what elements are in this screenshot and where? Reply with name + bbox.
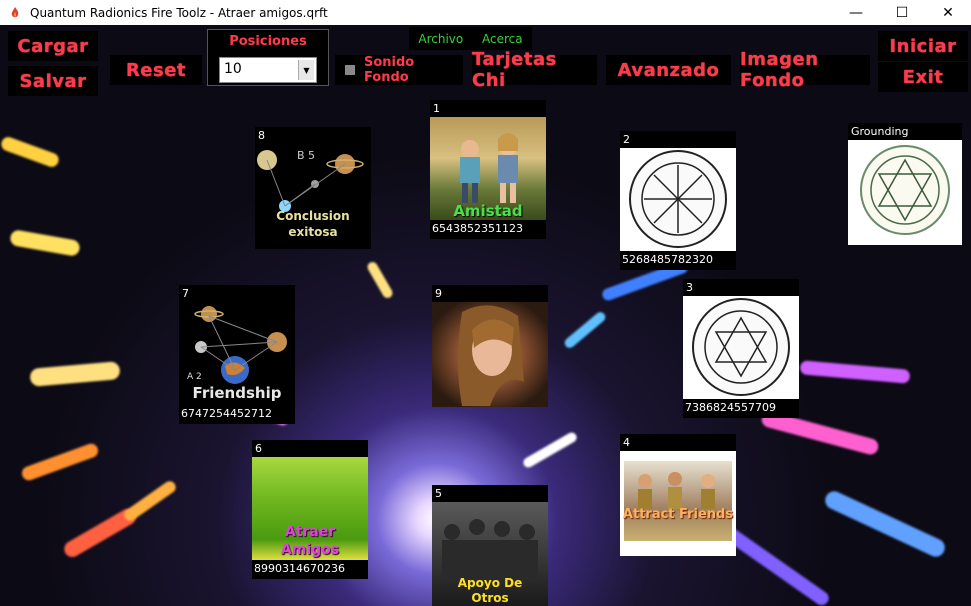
card-number: 6 [255,442,262,455]
window-title: Quantum Radionics Fire Toolz - Atraer am… [30,5,328,20]
card-code: 6543852351123 [432,222,523,235]
positions-select[interactable]: 10 ▼ [219,57,317,83]
sonido-fondo-toggle[interactable]: Sonido Fondo [335,55,463,85]
card-caption: Attract Friends [622,507,734,522]
card-number: 1 [433,102,440,115]
card-code: 6747254452712 [181,407,272,420]
salvar-button[interactable]: Salvar [8,66,98,96]
card-5[interactable]: 5 Apoyo De Otros [432,485,548,606]
card-caption: Amistad [453,202,523,220]
iniciar-button[interactable]: Iniciar [878,31,968,61]
card-subtitle: B 5 [297,149,316,162]
card-number: 5 [435,487,442,500]
card-image: Amistad [430,117,546,220]
positions-label: Posiciones [229,34,307,49]
card-2[interactable]: 2 5268485782320 [620,131,736,270]
card-8[interactable]: 8 B 5 Conclusion exitosa [255,127,371,249]
portrait-image [432,302,548,407]
seal-image [848,140,962,245]
tarjetas-chi-button[interactable]: Tarjetas Chi [472,49,597,91]
menu-archivo[interactable]: Archivo [418,32,463,46]
maximize-button[interactable]: ☐ [879,0,925,25]
card-image: Attract Friends [620,451,736,556]
grounding-card[interactable]: Grounding [848,123,962,245]
card-image: Atraer Amigos [252,457,368,560]
card-number: 3 [686,281,693,294]
card-image: A 2 Friendship [179,302,295,405]
sonido-fondo-checkbox[interactable] [345,65,355,75]
card-label: Grounding [851,125,909,138]
card-image: B 5 Conclusion exitosa [255,144,371,249]
close-button[interactable]: ✕ [925,0,971,25]
card-caption: Apoyo De Otros [457,576,523,605]
card-number: 7 [182,287,189,300]
card-subtitle: A 2 [187,372,202,382]
card-9[interactable]: 9 [432,285,548,407]
card-code: 7386824557709 [685,401,776,414]
card-image: Apoyo De Otros [432,502,548,606]
imagen-fondo-button[interactable]: Imagen Fondo [740,49,870,91]
title-bar: Quantum Radionics Fire Toolz - Atraer am… [0,0,971,25]
sonido-fondo-label: Sonido Fondo [363,55,415,85]
card-7[interactable]: 7 A 2 Friendship 6747254452712 [179,285,295,424]
cargar-button[interactable]: Cargar [8,31,98,61]
seal-image [620,148,736,251]
card-6[interactable]: 6 Atraer Amigos 8990314670236 [252,440,368,579]
card-code: 8990314670236 [254,562,345,575]
card-caption: Conclusion exitosa [276,209,350,239]
exit-button[interactable]: Exit [878,62,968,92]
avanzado-button[interactable]: Avanzado [606,55,731,85]
menu-acerca[interactable]: Acerca [482,32,523,46]
positions-value: 10 [224,61,242,77]
card-caption: Friendship [192,384,282,402]
seal-image [683,296,799,399]
card-code: 5268485782320 [622,253,713,266]
card-number: 9 [435,287,442,300]
reset-button[interactable]: Reset [110,55,202,85]
chevron-down-icon[interactable]: ▼ [298,60,314,80]
card-number: 8 [258,129,265,142]
positions-panel: Posiciones 10 ▼ [207,29,329,86]
flame-app-icon [11,6,19,17]
minimize-button[interactable]: — [833,0,879,25]
menu-bar: Archivo Acerca [409,27,532,50]
card-number: 2 [623,133,630,146]
card-caption: Atraer Amigos [280,524,340,558]
card-4[interactable]: 4 Attract Friends [620,434,736,556]
card-number: 4 [623,436,630,449]
card-1[interactable]: 1 Amistad 6543852351123 [430,100,546,239]
card-3[interactable]: 3 7386824557709 [683,279,799,418]
